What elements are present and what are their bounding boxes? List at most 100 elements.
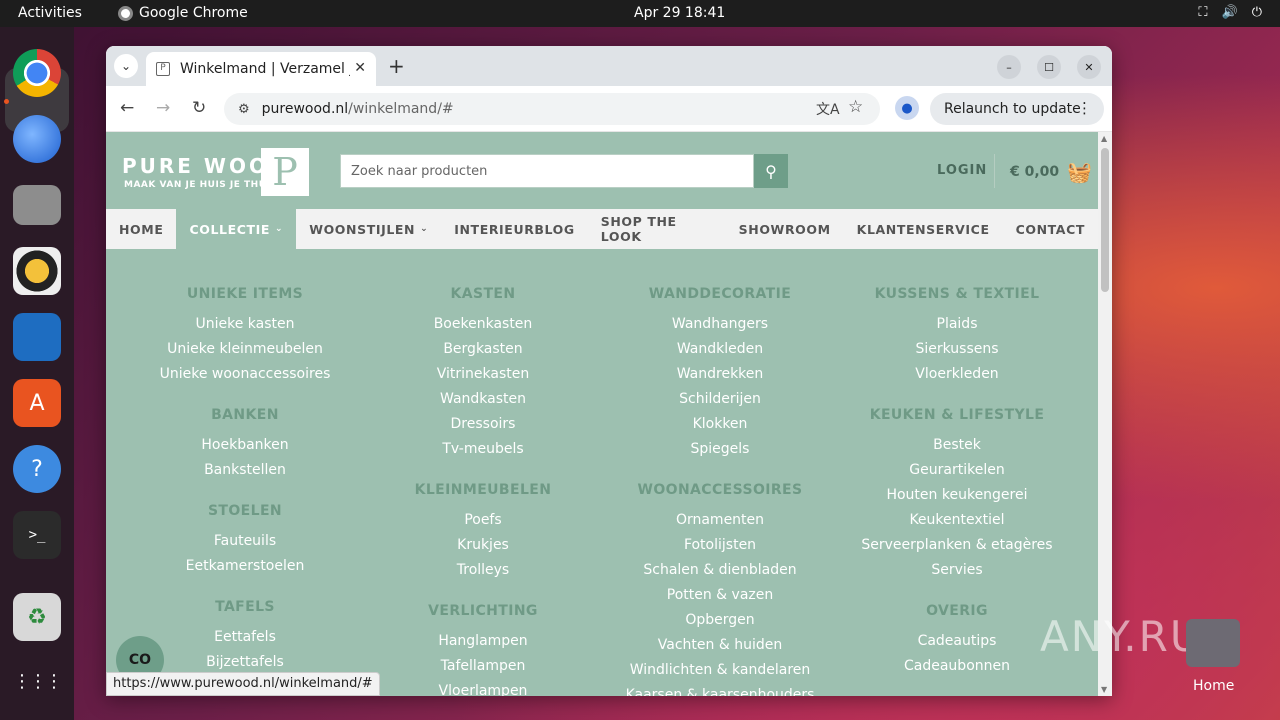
menu-link[interactable]: Houten keukengerei — [837, 483, 1077, 508]
menu-link[interactable]: Tafellampen — [363, 654, 603, 679]
menu-link[interactable]: Ornamenten — [600, 508, 840, 533]
help-icon[interactable]: ? — [13, 445, 61, 493]
login-link[interactable]: LOGIN — [937, 163, 987, 178]
activities-button[interactable]: Activities — [18, 5, 82, 21]
menu-link[interactable]: Serveerplanken & etagères — [837, 533, 1077, 558]
menu-category-heading[interactable]: STOELEN — [125, 494, 365, 529]
maximize-button[interactable]: ☐ — [1037, 55, 1061, 79]
menu-link[interactable]: Windlichten & kandelaren — [600, 658, 840, 683]
menu-link[interactable]: Geurartikelen — [837, 458, 1077, 483]
minimize-button[interactable]: – — [997, 55, 1021, 79]
menu-link[interactable]: Vachten & huiden — [600, 633, 840, 658]
menu-link[interactable]: Unieke woonaccessoires — [125, 362, 365, 387]
menu-link[interactable]: Fauteuils — [125, 529, 365, 554]
new-tab-button[interactable]: + — [388, 54, 405, 78]
menu-category-heading[interactable]: TAFELS — [125, 590, 365, 625]
scrollbar-thumb[interactable] — [1101, 148, 1109, 292]
forward-button[interactable]: → — [156, 98, 170, 118]
menu-link[interactable]: Potten & vazen — [600, 583, 840, 608]
menu-link[interactable]: Wandhangers — [600, 312, 840, 337]
scroll-up-icon[interactable]: ▲ — [1101, 134, 1107, 143]
menu-category-heading[interactable]: VERLICHTING — [363, 594, 603, 629]
nav-shop-the-look[interactable]: SHOP THE LOOK — [588, 209, 726, 249]
system-tray[interactable]: ⛶ 🔊 ⏻ — [1198, 5, 1262, 20]
menu-category-heading[interactable]: KEUKEN & LIFESTYLE — [837, 398, 1077, 433]
menu-link[interactable]: Schilderijen — [600, 387, 840, 412]
menu-link[interactable]: Krukjes — [363, 533, 603, 558]
menu-link[interactable]: Keukentextiel — [837, 508, 1077, 533]
back-button[interactable]: ← — [120, 98, 134, 118]
address-bar[interactable]: ⚙ purewood.nl/winkelmand/# — [224, 93, 880, 125]
menu-link[interactable]: Bankstellen — [125, 458, 365, 483]
menu-category-heading[interactable]: UNIEKE ITEMS — [125, 277, 365, 312]
menu-link[interactable]: Hanglampen — [363, 629, 603, 654]
nav-showroom[interactable]: SHOWROOM — [726, 209, 844, 249]
menu-link[interactable]: Sierkussens — [837, 337, 1077, 362]
close-tab-icon[interactable]: ✕ — [354, 60, 366, 76]
search-button[interactable]: ⚲ — [754, 154, 788, 188]
menu-link[interactable]: Schalen & dienbladen — [600, 558, 840, 583]
menu-link[interactable]: Klokken — [600, 412, 840, 437]
menu-link[interactable]: Kaarsen & kaarsenhouders — [600, 683, 840, 696]
nav-woonstijlen[interactable]: WOONSTIJLEN ⌄ — [296, 209, 441, 249]
menu-category-heading[interactable]: WOONACCESSOIRES — [600, 473, 840, 508]
app-menu[interactable]: Google Chrome — [118, 5, 248, 21]
nav-interieurblog[interactable]: INTERIEURBLOG — [441, 209, 588, 249]
profile-avatar-icon[interactable]: ● — [895, 96, 919, 120]
menu-category-heading[interactable]: WANDDECORATIE — [600, 277, 840, 312]
nav-collectie[interactable]: COLLECTIE ⌄ — [176, 209, 297, 249]
product-search-input[interactable]: Zoek naar producten — [340, 154, 754, 188]
menu-link[interactable]: Dressoirs — [363, 412, 603, 437]
reload-button[interactable]: ↻ — [192, 98, 206, 118]
app-center-icon[interactable]: A — [13, 379, 61, 427]
menu-link[interactable]: Fotolijsten — [600, 533, 840, 558]
menu-link[interactable]: Hoekbanken — [125, 433, 365, 458]
thunderbird-icon[interactable] — [13, 115, 61, 163]
menu-link[interactable]: Vitrinekasten — [363, 362, 603, 387]
menu-link[interactable]: Spiegels — [600, 437, 840, 462]
active-tab[interactable]: P Winkelmand | Verzamel je ✕ — [146, 52, 376, 86]
menu-link[interactable]: Tv-meubels — [363, 437, 603, 462]
site-logo[interactable]: PURE WOOD MAAK VAN JE HUIS JE THUIS P — [122, 148, 310, 196]
cart-link[interactable]: € 0,00 🧺 — [1010, 160, 1092, 184]
menu-link[interactable]: Wandkleden — [600, 337, 840, 362]
menu-link[interactable]: Vloerlampen — [363, 679, 603, 696]
menu-link[interactable]: Wandrekken — [600, 362, 840, 387]
menu-link[interactable]: Servies — [837, 558, 1077, 583]
scroll-down-icon[interactable]: ▼ — [1101, 685, 1107, 694]
terminal-icon[interactable]: >_ — [13, 511, 61, 559]
writer-icon[interactable] — [13, 313, 61, 361]
clock[interactable]: Apr 29 18:41 — [634, 5, 725, 21]
menu-link[interactable]: Poefs — [363, 508, 603, 533]
site-settings-icon[interactable]: ⚙ — [238, 102, 250, 117]
files-icon[interactable] — [13, 185, 61, 225]
tab-search-button[interactable]: ⌄ — [114, 54, 138, 78]
close-window-button[interactable]: ✕ — [1077, 55, 1101, 79]
nav-contact[interactable]: CONTACT — [1003, 209, 1098, 249]
translate-icon[interactable]: 文A — [816, 99, 840, 119]
menu-category-heading[interactable]: KASTEN — [363, 277, 603, 312]
nav-home[interactable]: HOME — [106, 209, 176, 249]
apps-grid-icon[interactable]: ⋮⋮⋮ — [13, 657, 63, 705]
menu-link[interactable]: Plaids — [837, 312, 1077, 337]
menu-category-heading[interactable]: KLEINMEUBELEN — [363, 473, 603, 508]
rhythmbox-icon[interactable] — [13, 247, 61, 295]
menu-link[interactable]: Eettafels — [125, 625, 365, 650]
kebab-menu-icon[interactable]: ⋮ — [1077, 99, 1092, 117]
menu-link[interactable]: Trolleys — [363, 558, 603, 583]
menu-link[interactable]: Boekenkasten — [363, 312, 603, 337]
menu-link[interactable]: Eetkamerstoelen — [125, 554, 365, 579]
menu-link[interactable]: Opbergen — [600, 608, 840, 633]
home-folder-icon[interactable] — [1186, 619, 1240, 667]
chrome-icon[interactable] — [13, 49, 61, 97]
menu-link[interactable]: Bestek — [837, 433, 1077, 458]
nav-klantenservice[interactable]: KLANTENSERVICE — [844, 209, 1003, 249]
trash-icon[interactable]: ♻ — [13, 593, 61, 641]
menu-link[interactable]: Bergkasten — [363, 337, 603, 362]
menu-link[interactable]: Wandkasten — [363, 387, 603, 412]
menu-category-heading[interactable]: BANKEN — [125, 398, 365, 433]
bookmark-star-icon[interactable]: ☆ — [848, 97, 863, 117]
menu-link[interactable]: Unieke kleinmeubelen — [125, 337, 365, 362]
menu-link[interactable]: Unieke kasten — [125, 312, 365, 337]
relaunch-to-update-button[interactable]: Relaunch to update ⋮ — [930, 93, 1104, 125]
